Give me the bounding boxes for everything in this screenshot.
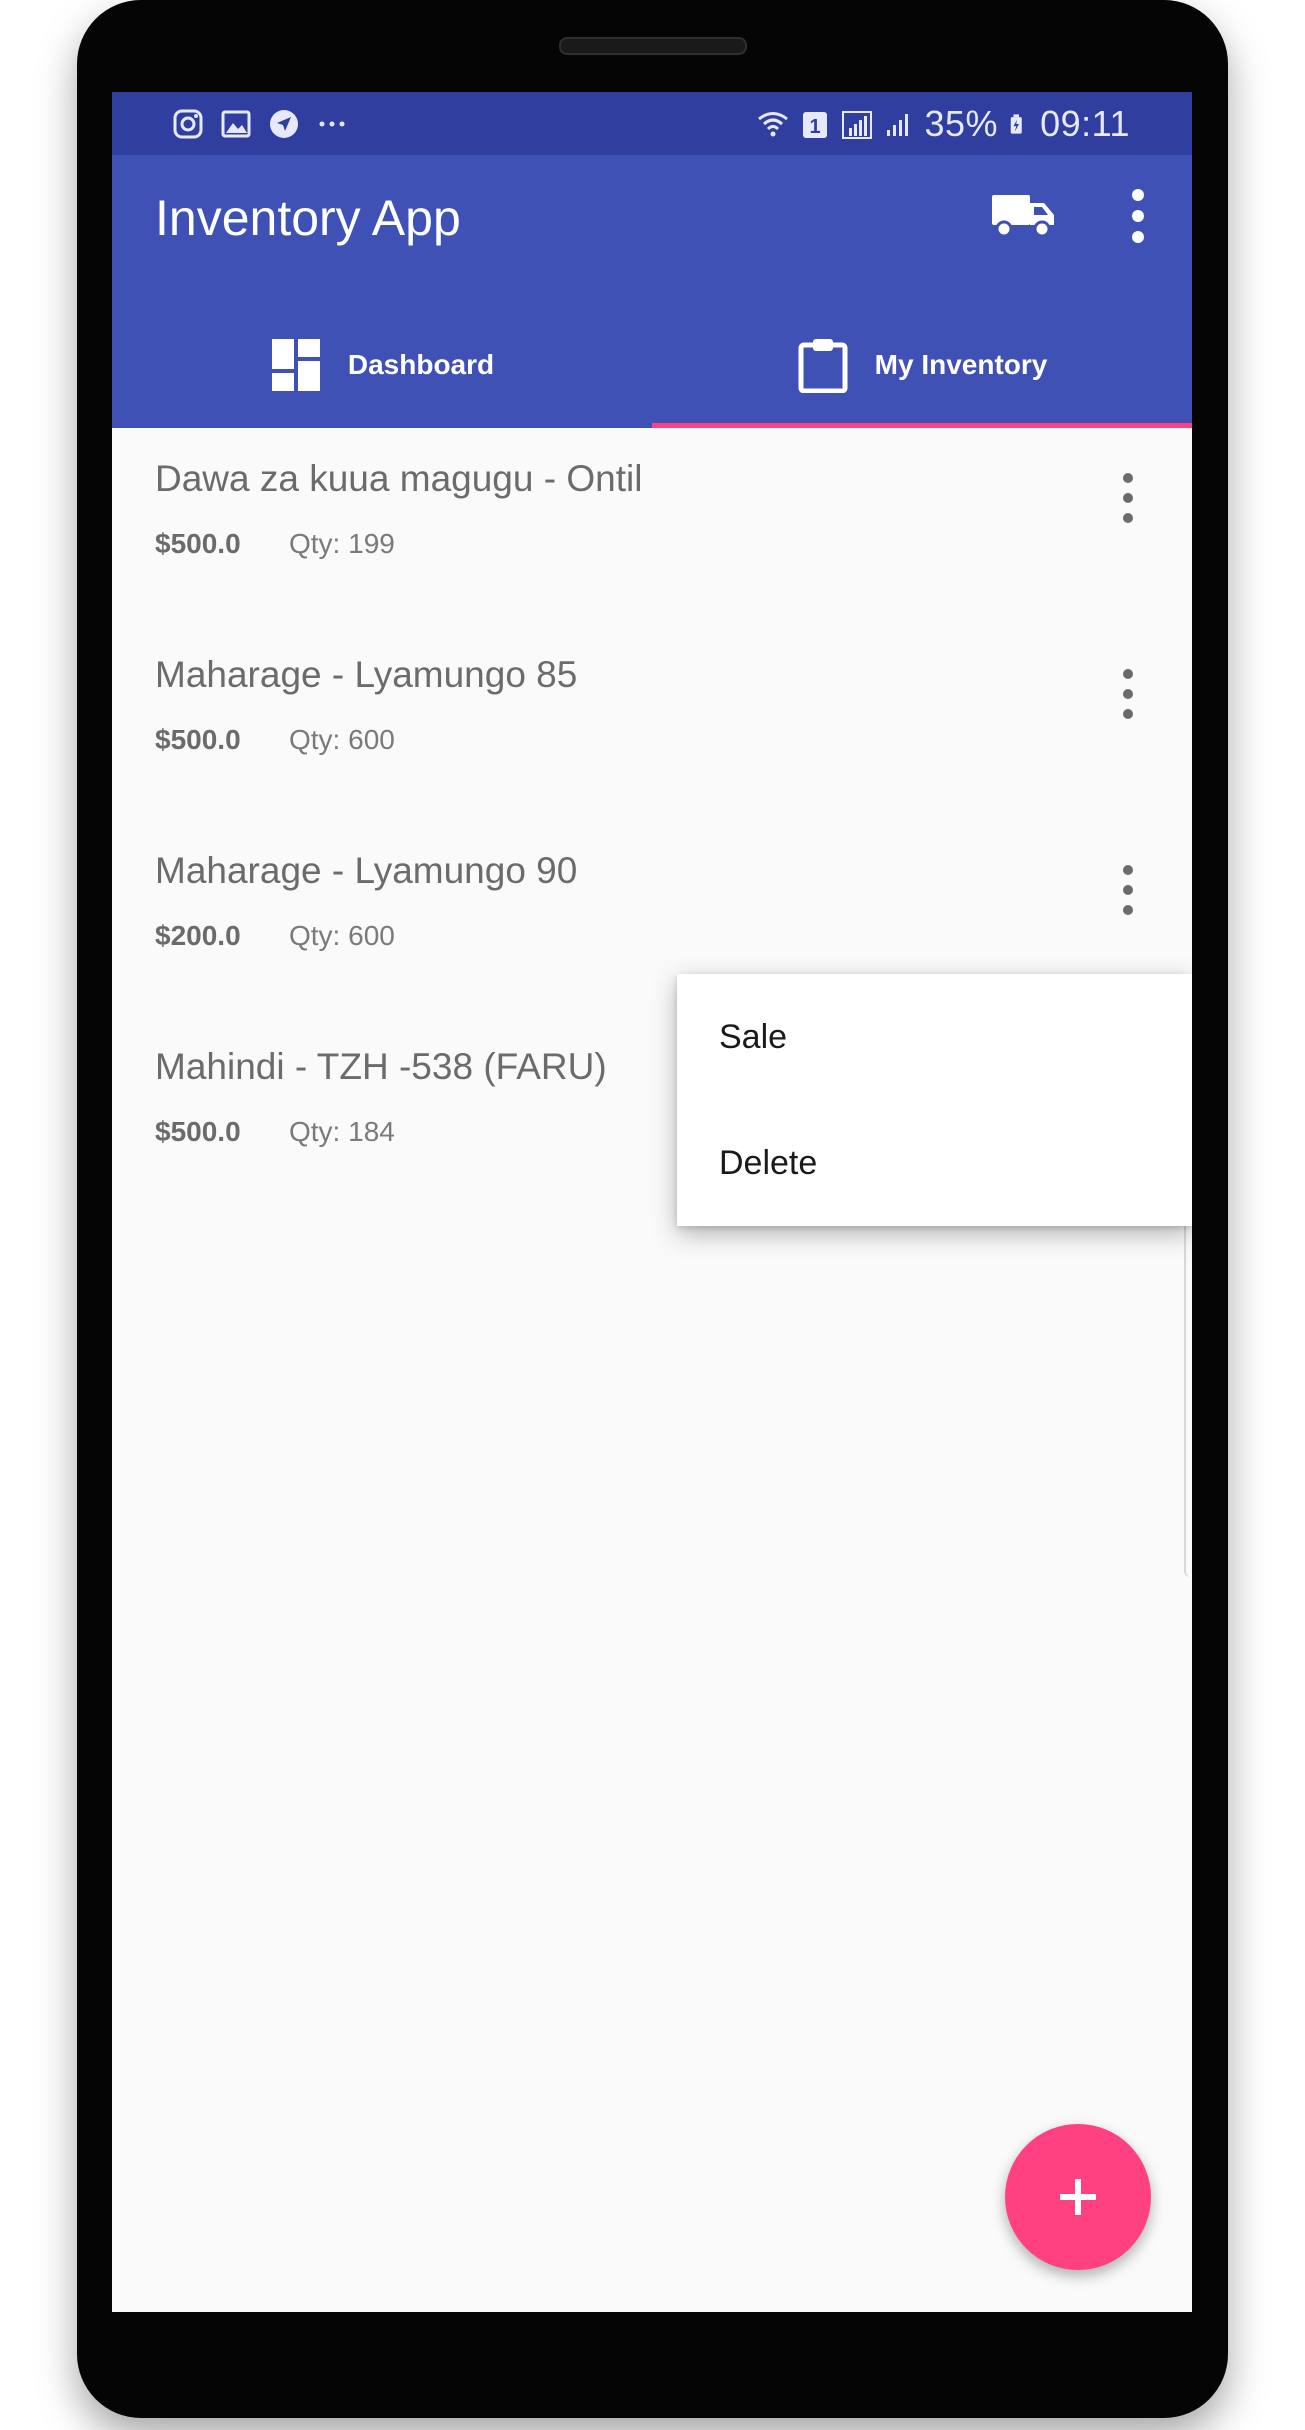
item-qty: Qty: 199 bbox=[289, 528, 395, 559]
truck-icon[interactable] bbox=[990, 183, 1056, 249]
app-bar: Inventory App Dashboard My Inventory bbox=[112, 155, 1192, 428]
item-name: Mahindi - TZH -538 (FARU) bbox=[155, 1046, 607, 1087]
signal-2-icon bbox=[886, 114, 908, 136]
sim-1-icon: 1 bbox=[802, 112, 827, 138]
tab-my-inventory[interactable]: My Inventory bbox=[652, 305, 1192, 425]
item-price: $200.0 bbox=[155, 920, 241, 951]
battery-percent: 35% bbox=[924, 103, 999, 144]
signal-1-icon bbox=[841, 111, 872, 139]
item-name: Dawa za kuua magugu - Ontil bbox=[155, 458, 643, 499]
gallery-icon bbox=[221, 110, 251, 138]
menu-item-sale[interactable]: Sale bbox=[677, 974, 1192, 1100]
item-qty: Qty: 184 bbox=[289, 1116, 395, 1147]
more-vert-icon[interactable] bbox=[1118, 183, 1158, 249]
dashboard-icon bbox=[271, 339, 320, 391]
instagram-icon bbox=[173, 109, 203, 139]
tab-dashboard[interactable]: Dashboard bbox=[112, 305, 652, 425]
clipboard-icon bbox=[798, 339, 848, 393]
status-time: 09:11 bbox=[1040, 103, 1130, 144]
screen: 1 35% 09:11 Inventory App Dashboard My I… bbox=[112, 92, 1192, 2312]
svg-text:1: 1 bbox=[809, 116, 820, 138]
add-item-fab[interactable] bbox=[1005, 2124, 1151, 2270]
item-price: $500.0 bbox=[155, 724, 241, 755]
item-price: $500.0 bbox=[155, 1116, 241, 1147]
app-title: Inventory App bbox=[155, 190, 461, 246]
item-popup-menu: Sale Delete bbox=[677, 974, 1192, 1226]
list-item[interactable]: Maharage - Lyamungo 85 $500.0 Qty: 600 bbox=[112, 624, 1192, 820]
more-vert-icon[interactable] bbox=[1112, 468, 1144, 528]
item-name: Maharage - Lyamungo 85 bbox=[155, 654, 578, 695]
add-icon bbox=[1060, 2179, 1096, 2215]
item-price: $500.0 bbox=[155, 528, 241, 559]
item-qty: Qty: 600 bbox=[289, 920, 395, 951]
tab-my-inventory-label: My Inventory bbox=[874, 349, 1048, 380]
status-bar-system: 1 35% 09:11 bbox=[757, 102, 1130, 146]
more-vert-icon[interactable] bbox=[1112, 860, 1144, 920]
status-bar: 1 35% 09:11 bbox=[112, 92, 1192, 155]
more-notifications-icon bbox=[319, 121, 345, 127]
phone-speaker bbox=[559, 37, 747, 55]
battery-charging-icon bbox=[1010, 114, 1022, 134]
tab-dashboard-label: Dashboard bbox=[347, 349, 495, 380]
menu-item-delete[interactable]: Delete bbox=[677, 1100, 1192, 1226]
status-bar-notifications bbox=[172, 102, 348, 146]
item-qty: Qty: 600 bbox=[289, 724, 395, 755]
more-vert-icon[interactable] bbox=[1112, 664, 1144, 724]
item-name: Maharage - Lyamungo 90 bbox=[155, 850, 578, 891]
list-item[interactable]: Dawa za kuua magugu - Ontil $500.0 Qty: … bbox=[112, 428, 1192, 624]
wifi-icon bbox=[757, 112, 788, 137]
navigation-icon bbox=[270, 110, 298, 138]
